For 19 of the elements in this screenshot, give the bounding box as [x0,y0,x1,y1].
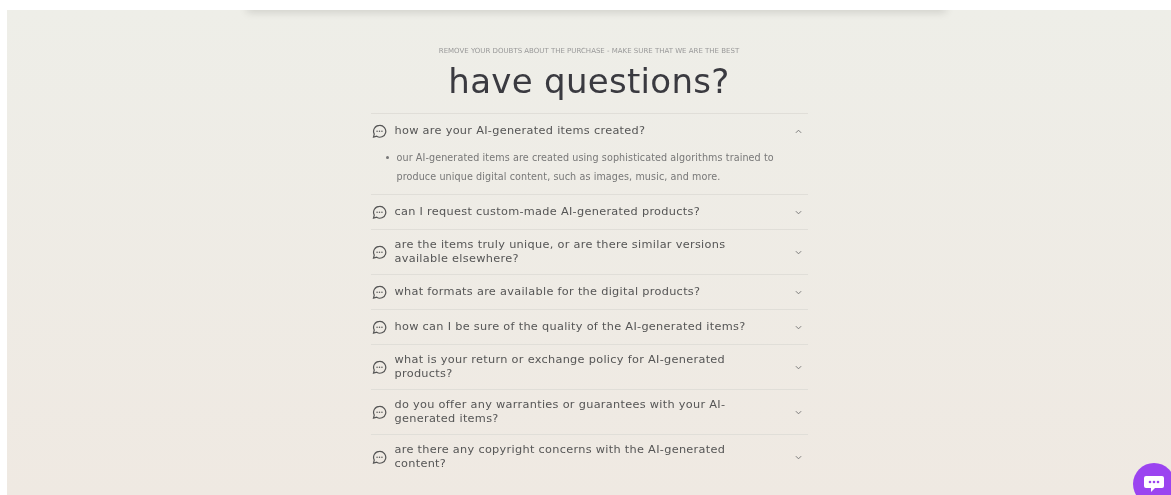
chat-bubble-icon [371,359,387,375]
chat-bubble-icon [371,319,387,335]
faq-question[interactable]: do you offer any warranties or guarantees with your AI-generated items? [370,390,808,434]
bullet-icon [385,156,389,159]
faq-question[interactable]: what is your return or exchange policy for AI-generated products? [370,345,808,389]
chat-bubble-icon [371,123,387,139]
chat-bubble-icon [371,449,387,465]
chat-bubble-icon [371,404,387,420]
chat-bubble-icon [371,244,387,260]
chat-bubble-icon [371,284,387,300]
faq-question[interactable]: what formats are available for the digital products? [370,275,808,309]
faq-answer: our AI-generated items are created using sophisticated algorithms trained to produce unique digital content, such as images, music, and more. [396,151,775,184]
faq-question[interactable]: can I request custom-made AI-generated products? [370,195,808,229]
faq-question[interactable]: how can I be sure of the quality of the AI-generated items? [370,310,808,344]
faq-question[interactable]: are there any copyright concerns with the AI-generated content? [370,435,808,479]
chat-bubble-icon [371,204,387,220]
section-title: have questions? [447,61,731,101]
faq-question[interactable]: are the items truly unique, or are there similar versions available elsewhere? [370,230,808,274]
faq-question[interactable]: how are your AI-generated items created? [370,114,808,148]
